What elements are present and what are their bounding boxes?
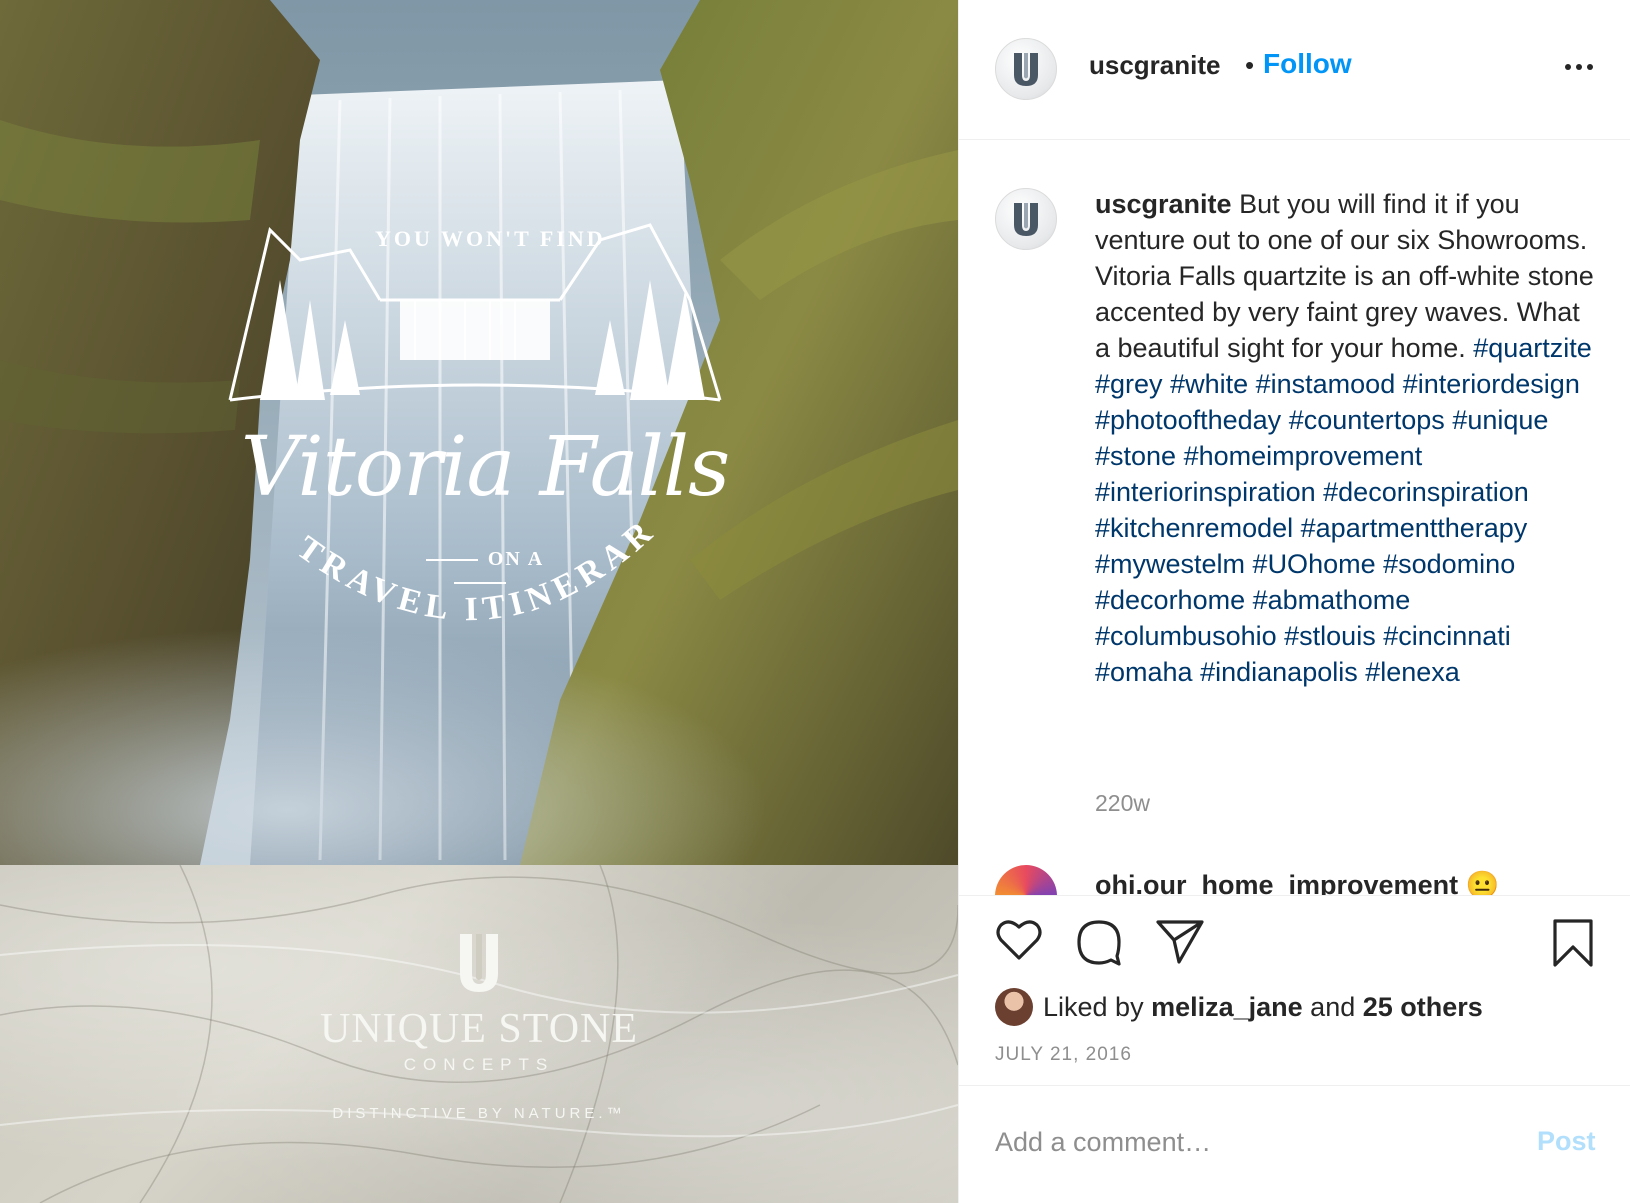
header-username[interactable]: uscgranite	[1089, 50, 1221, 81]
waterfall-photo: YOU WON'T FIND Vitoria Falls ON A TRAVEL…	[0, 0, 958, 865]
post-header: uscgranite • Follow	[959, 0, 1630, 140]
hashtag-link[interactable]: #decorinspiration	[1323, 477, 1529, 507]
post-date[interactable]: JULY 21, 2016	[995, 1044, 1132, 1066]
hashtag-link[interactable]: #countertops	[1289, 405, 1445, 435]
post-comment-button[interactable]: Post	[1537, 1126, 1596, 1157]
brand-tagline: DISTINCTIVE BY NATURE.™	[332, 1105, 626, 1122]
bookmark-icon[interactable]	[1551, 918, 1595, 973]
liked-others-link[interactable]: 25 others	[1363, 992, 1483, 1023]
uscgranite-logo-icon	[1014, 53, 1038, 86]
hashtag-link[interactable]: #cincinnati	[1383, 621, 1511, 651]
hashtag-link[interactable]: #sodomino	[1383, 549, 1515, 579]
caption-username[interactable]: uscgranite	[1095, 189, 1232, 219]
more-options-icon[interactable]	[1559, 52, 1599, 82]
uscgranite-logo-icon	[1014, 203, 1038, 236]
overlay-bottom-line: TRAVEL ITINERARY	[0, 0, 657, 628]
caption-avatar[interactable]	[995, 188, 1057, 250]
share-icon[interactable]	[1155, 918, 1205, 969]
hashtag-link[interactable]: #apartmenttherapy	[1301, 513, 1528, 543]
post-actions: Liked by meliza_jane and 25 others JULY …	[959, 895, 1630, 1085]
hashtag-link[interactable]: #photooftheday	[1095, 405, 1281, 435]
post-time-ago[interactable]: 220w	[1095, 790, 1150, 817]
hashtag-link[interactable]: #unique	[1452, 405, 1548, 435]
post-media[interactable]: YOU WON'T FIND Vitoria Falls ON A TRAVEL…	[0, 0, 958, 1203]
hashtag-link[interactable]: #columbusohio	[1095, 621, 1277, 651]
comment-item: ohi.our_home_improvement 😐	[995, 865, 1595, 895]
liked-by-line: Liked by meliza_jane and 25 others	[995, 988, 1483, 1026]
hashtag-link[interactable]: #mywestelm	[1095, 549, 1245, 579]
post-caption: uscgranite But you will find it if you v…	[1095, 186, 1595, 690]
hashtag-link[interactable]: #omaha	[1095, 657, 1193, 687]
hashtag-link[interactable]: #kitchenremodel	[1095, 513, 1293, 543]
add-comment-bar: Post	[959, 1085, 1630, 1203]
brand-name: UNIQUE STONE	[319, 1006, 639, 1052]
liker-avatar[interactable]	[995, 988, 1033, 1026]
hashtag-link[interactable]: #instamood	[1256, 369, 1396, 399]
hashtag-link[interactable]: #lenexa	[1365, 657, 1460, 687]
hashtag-link[interactable]: #decorhome	[1095, 585, 1245, 615]
hashtag-link[interactable]: #stone	[1095, 441, 1176, 471]
dot	[1565, 64, 1571, 70]
hashtag-link[interactable]: #UOhome	[1253, 549, 1376, 579]
comment-input[interactable]	[995, 1122, 1495, 1162]
dot	[1587, 64, 1593, 70]
brand-sub: CONCEPTS	[403, 1055, 555, 1074]
hashtag-link[interactable]: #quartzite	[1473, 333, 1592, 363]
svg-text:TRAVEL ITINERARY: TRAVEL ITINERARY	[0, 0, 663, 628]
commenter-avatar[interactable]	[995, 865, 1057, 895]
hashtag-link[interactable]: #grey	[1095, 369, 1163, 399]
dot	[1576, 64, 1582, 70]
hashtag-link[interactable]: #indianapolis	[1200, 657, 1358, 687]
comment-text: ohi.our_home_improvement 😐	[1095, 870, 1500, 895]
heart-icon[interactable]	[995, 918, 1043, 967]
liked-prefix: Liked by	[1043, 991, 1152, 1022]
hashtag-link[interactable]: #white	[1170, 369, 1248, 399]
unique-stone-logo-icon	[460, 934, 498, 992]
avatar[interactable]	[995, 38, 1057, 100]
separator-dot: •	[1245, 50, 1255, 80]
hashtag-link[interactable]: #interiordesign	[1403, 369, 1580, 399]
comments-area[interactable]: uscgranite But you will find it if you v…	[959, 140, 1630, 895]
overlay-arc-text: TRAVEL ITINERARY	[0, 0, 663, 628]
hashtag-link[interactable]: #stlouis	[1284, 621, 1376, 651]
hashtag-link[interactable]: #abmathome	[1253, 585, 1411, 615]
hashtag-link[interactable]: #interiorinspiration	[1095, 477, 1316, 507]
liked-middle: and	[1302, 991, 1363, 1022]
comment-icon[interactable]	[1075, 918, 1123, 971]
brand-block: UNIQUE STONE CONCEPTS DISTINCTIVE BY NAT…	[0, 930, 958, 1122]
liked-user-link[interactable]: meliza_jane	[1151, 992, 1303, 1023]
hashtag-list: #quartzite #grey #white #instamood #inte…	[1095, 333, 1592, 687]
follow-button[interactable]: Follow	[1263, 48, 1352, 80]
hashtag-link[interactable]: #homeimprovement	[1184, 441, 1423, 471]
post-side-panel: uscgranite • Follow uscgranite But you w…	[958, 0, 1630, 1203]
